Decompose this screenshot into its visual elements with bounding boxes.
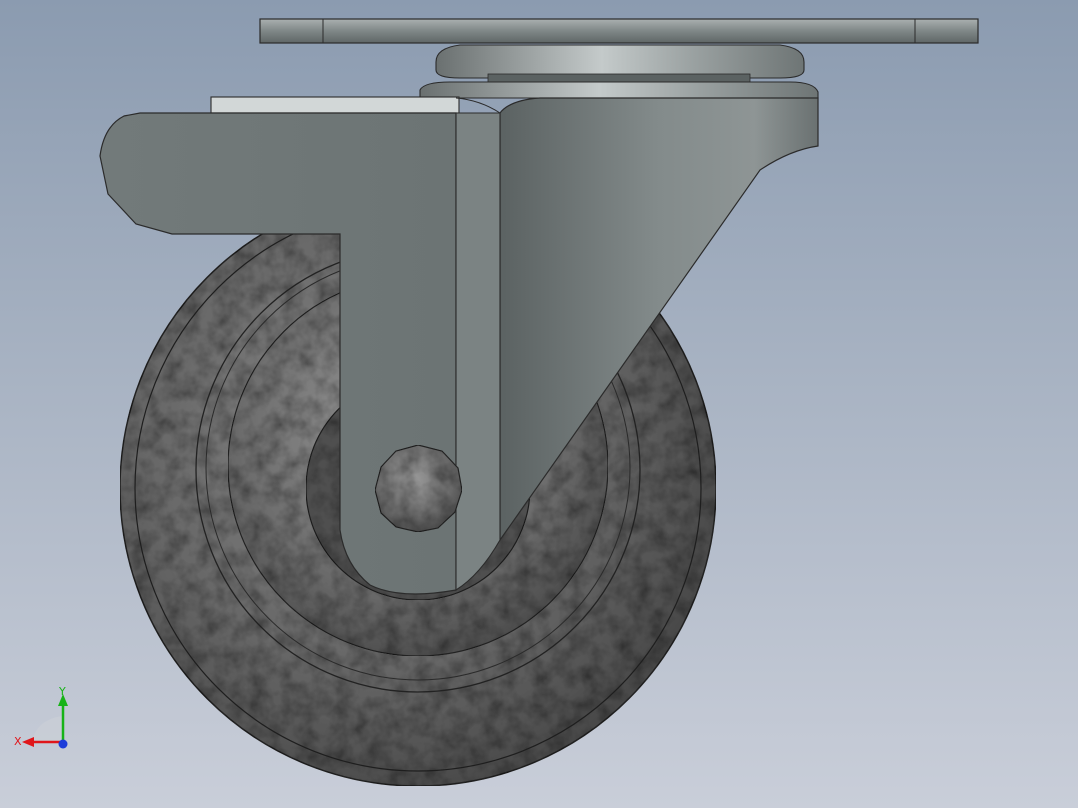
plate-body (259, 18, 979, 44)
triad-y-label: Y (58, 686, 66, 698)
cad-viewport[interactable]: Y X (0, 0, 1078, 808)
bearing-gap (487, 73, 751, 83)
fork-inner-face (455, 112, 501, 591)
mounting-plate[interactable] (259, 18, 979, 44)
bearing-race-bottom (419, 81, 819, 99)
fork-top-seam (455, 97, 501, 114)
triad-x-arrow (22, 737, 34, 747)
brake-lever-rail (210, 96, 460, 114)
triad-x-label: X (14, 735, 22, 748)
triad-z-axis (58, 739, 68, 749)
bearing-race-top (435, 44, 805, 79)
triad-plane-shade (32, 716, 62, 742)
caster-wheel-model[interactable] (0, 0, 1078, 808)
orientation-triad[interactable]: Y X (12, 686, 76, 756)
swivel-bearing[interactable] (419, 44, 819, 99)
